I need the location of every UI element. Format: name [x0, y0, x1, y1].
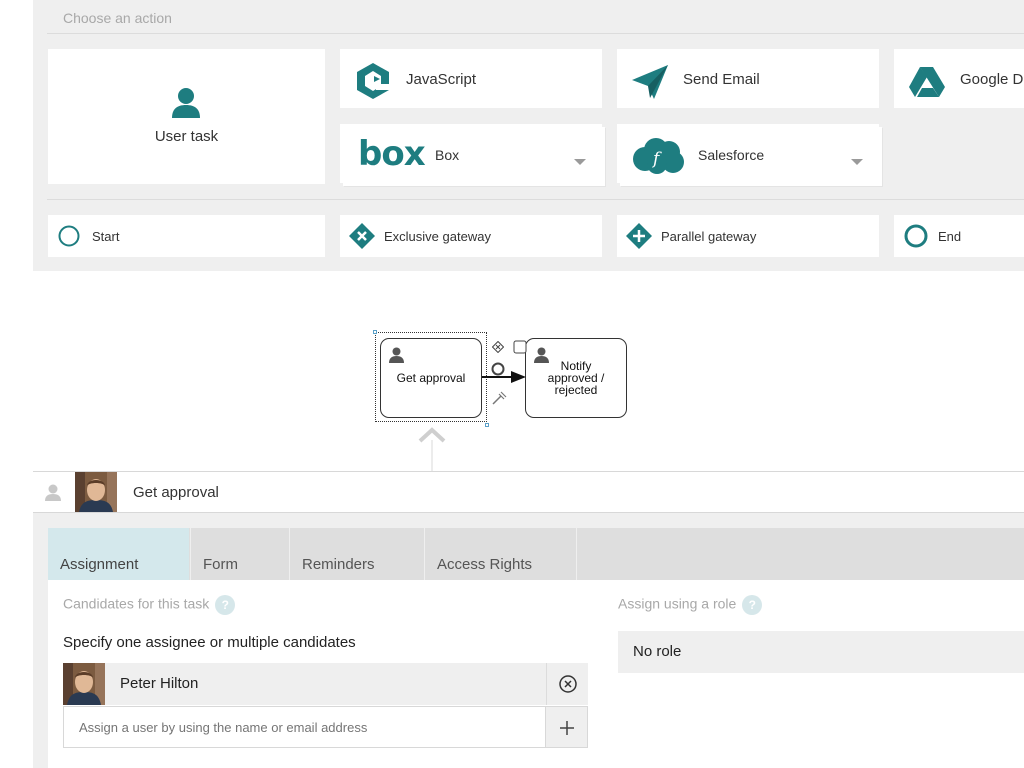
close-circle-icon [559, 675, 577, 693]
tab-form[interactable]: Form [190, 528, 288, 580]
google-drive-label: Google Dr [960, 71, 1024, 88]
connect-tool-icon[interactable] [491, 391, 507, 405]
plus-icon [560, 721, 574, 735]
tab-label: Reminders [302, 556, 375, 573]
parallel-gateway-icon [626, 223, 652, 254]
task-node-notify[interactable]: Notify approved / rejected [525, 338, 627, 418]
diagram-canvas[interactable]: Get approval Notify approved / rejected [0, 271, 1024, 471]
avatar [63, 663, 105, 705]
assignment-tab-content: Candidates for this task? Specify one as… [48, 580, 1024, 768]
javascript-card[interactable]: JavaScript [340, 49, 602, 108]
google-drive-card[interactable]: Google Dr [894, 49, 1024, 108]
user-icon [389, 347, 404, 368]
tab-assignment[interactable]: Assignment [48, 528, 189, 580]
divider [47, 199, 1024, 200]
remove-assignee-button[interactable] [546, 663, 588, 705]
task-details-header: Get approval [33, 471, 1024, 513]
javascript-icon [356, 62, 390, 105]
box-label: Box [435, 147, 460, 163]
parallel-gateway-card[interactable]: Parallel gateway [617, 215, 879, 257]
end-event-card[interactable]: End [894, 215, 1024, 257]
salesforce-label: Salesforce [698, 147, 765, 163]
help-icon[interactable]: ? [742, 595, 763, 615]
parallel-gateway-label: Parallel gateway [661, 229, 757, 244]
exclusive-gateway-icon [349, 223, 375, 254]
salesforce-cloud-icon: f [631, 137, 685, 180]
send-email-card[interactable]: Send Email [617, 49, 879, 108]
exclusive-gateway-card[interactable]: Exclusive gateway [340, 215, 602, 257]
tab-reminders[interactable]: Reminders [289, 528, 423, 580]
chevron-down-icon[interactable] [851, 159, 863, 165]
resize-handle[interactable] [373, 330, 377, 334]
user-icon [171, 87, 201, 124]
assignee-name: Peter Hilton [120, 675, 199, 692]
append-end-event-icon[interactable] [491, 362, 505, 376]
node-label: rejected [554, 383, 598, 397]
specify-label: Specify one assignee or multiple candida… [63, 634, 356, 651]
tab-access-rights[interactable]: Access Rights [424, 528, 577, 580]
end-label: End [938, 229, 962, 244]
node-label: Get approval [396, 371, 466, 385]
task-details-panel: Assignment Form Reminders Access Rights … [33, 513, 1024, 768]
box-logo-icon: box [358, 134, 426, 174]
start-label: Start [92, 229, 120, 244]
google-drive-icon [908, 66, 946, 103]
chevron-up-icon[interactable] [418, 426, 446, 471]
candidates-heading: Candidates for this task? [63, 595, 236, 615]
box-card[interactable]: box Box [340, 124, 602, 183]
task-node-get-approval[interactable]: Get approval [380, 338, 482, 418]
exclusive-gateway-label: Exclusive gateway [384, 229, 491, 244]
end-circle-icon [904, 224, 928, 253]
user-task-card[interactable]: User task [48, 49, 325, 184]
task-title[interactable]: Get approval [133, 484, 219, 501]
divider [47, 33, 1024, 34]
role-heading: Assign using a role? [618, 595, 763, 615]
start-circle-icon [58, 225, 80, 252]
tab-label: Assignment [60, 556, 139, 573]
role-select[interactable]: No role [618, 631, 1024, 673]
user-placeholder-icon [45, 484, 61, 506]
sequence-flow-arrow[interactable] [482, 368, 528, 386]
choose-action-label: Choose an action [63, 10, 172, 26]
append-gateway-icon[interactable] [492, 341, 504, 353]
help-icon[interactable]: ? [215, 595, 236, 615]
tab-label: Form [203, 556, 238, 573]
chevron-down-icon[interactable] [574, 159, 586, 165]
assign-user-input[interactable] [63, 706, 546, 748]
avatar[interactable] [75, 472, 117, 512]
salesforce-card[interactable]: f Salesforce [617, 124, 879, 183]
paper-plane-icon [631, 64, 669, 105]
resize-handle[interactable] [485, 423, 489, 427]
action-palette: Choose an action User task JavaScript Se… [33, 0, 1024, 271]
assignee-row: Peter Hilton [63, 663, 588, 705]
start-event-card[interactable]: Start [48, 215, 325, 257]
role-label: Assign using a role [618, 595, 737, 612]
append-task-icon[interactable] [513, 340, 527, 354]
add-assignee-button[interactable] [546, 706, 588, 748]
tab-label: Access Rights [437, 556, 533, 573]
send-email-label: Send Email [683, 71, 760, 88]
javascript-label: JavaScript [406, 71, 477, 88]
user-task-label: User task [154, 128, 219, 145]
candidates-label: Candidates for this task [63, 595, 210, 612]
role-value: No role [633, 643, 682, 660]
